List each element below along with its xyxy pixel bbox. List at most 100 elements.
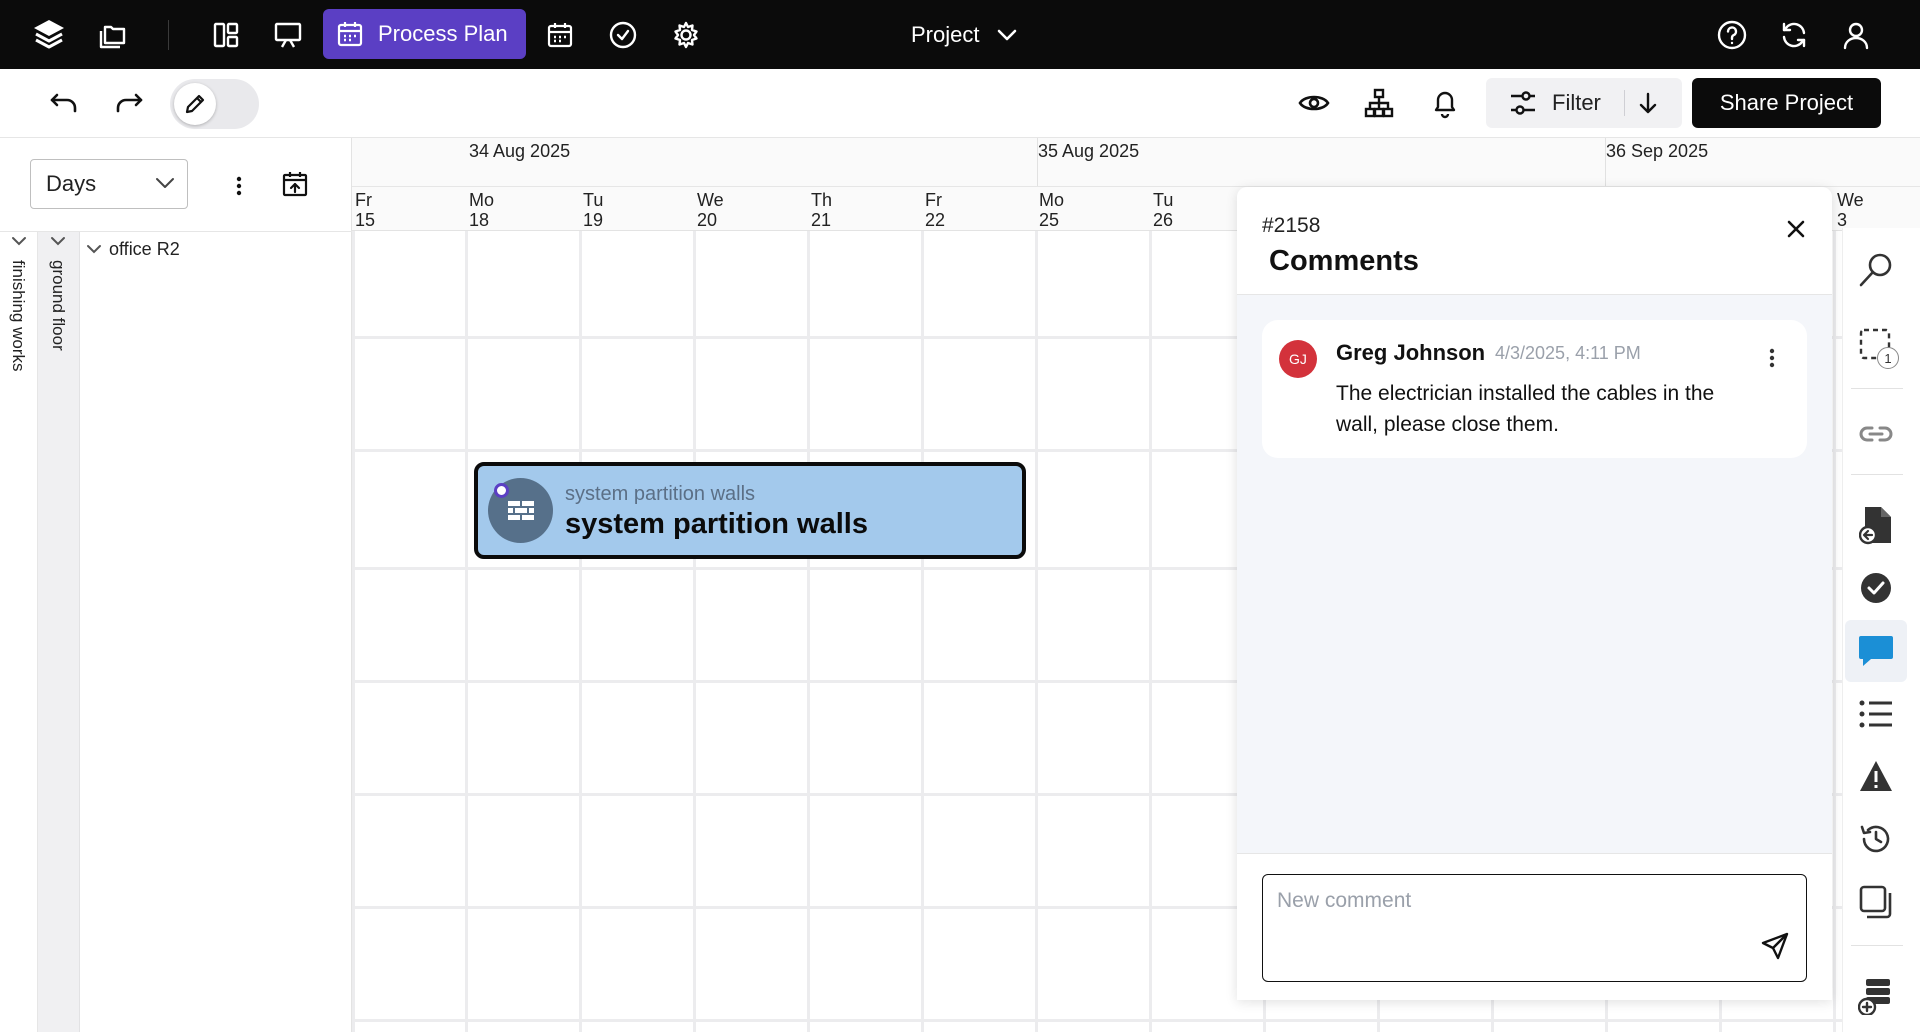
grid-line — [1149, 231, 1152, 1032]
more-vertical-icon[interactable] — [1762, 343, 1782, 373]
grid-line — [921, 231, 924, 1032]
grid-line — [807, 231, 810, 1032]
selection-count-badge: 1 — [1877, 347, 1899, 369]
chevron-down-icon[interactable] — [50, 236, 66, 246]
toolbar: Filter Share Project — [0, 69, 1920, 138]
day-header: Mo 25 — [1036, 186, 1150, 231]
help-icon[interactable] — [1712, 15, 1752, 55]
task-id: #2158 — [1262, 214, 1321, 237]
calendar-upload-icon[interactable] — [278, 167, 312, 201]
task-bar-system-partition-walls[interactable]: system partition walls system partition … — [474, 462, 1026, 559]
day-header: Mo 18 — [466, 186, 580, 231]
comments-header: #2158 Comments — [1237, 187, 1832, 295]
hierarchy-icon[interactable] — [1359, 83, 1399, 123]
project-label: Project — [911, 22, 980, 47]
grid-line — [1035, 231, 1038, 1032]
comment-timestamp: 4/3/2025, 4:11 PM — [1495, 343, 1641, 363]
row-label: office R2 — [109, 238, 180, 259]
warning-icon[interactable] — [1845, 745, 1907, 807]
month-label: 35 Aug 2025 — [1038, 141, 1140, 161]
list-icon[interactable] — [1845, 683, 1907, 745]
filter-label: Filter — [1552, 90, 1601, 115]
undo-icon[interactable] — [44, 83, 84, 123]
send-icon[interactable] — [1757, 928, 1793, 964]
group-label-ground-floor: ground floor — [49, 260, 68, 351]
process-plan-label: Process Plan — [378, 21, 508, 46]
sync-icon[interactable] — [1774, 15, 1814, 55]
dashboard-icon[interactable] — [206, 15, 246, 55]
pencil-icon — [174, 83, 216, 125]
document-import-icon[interactable] — [1845, 494, 1907, 556]
gear-icon[interactable] — [666, 15, 706, 55]
rail-divider — [1851, 474, 1903, 475]
group-column-ground-floor: ground floor — [38, 232, 80, 1032]
day-header: Th 21 — [808, 186, 922, 231]
comments-title: Comments — [1269, 245, 1419, 277]
chevron-down-icon — [87, 245, 101, 254]
filter-divider — [1624, 90, 1625, 116]
day-header: Fr 22 — [922, 186, 1036, 231]
comment-item: GJ Greg Johnson 4/3/2025, 4:11 PM The el… — [1262, 320, 1807, 458]
folders-icon[interactable] — [92, 15, 132, 55]
group-column-finishing-works: finishing works — [0, 232, 38, 1032]
edit-mode-toggle[interactable] — [170, 79, 259, 129]
check-circle-icon[interactable] — [1845, 557, 1907, 619]
comment-icon[interactable] — [1845, 620, 1907, 682]
grid-line — [1833, 231, 1836, 1032]
eye-icon[interactable] — [1294, 83, 1334, 123]
scale-select[interactable]: Days — [30, 159, 188, 209]
search-icon[interactable] — [1845, 239, 1907, 301]
status-dot — [494, 483, 509, 498]
task-category: system partition walls — [565, 483, 756, 505]
left-panel: Days finishing works ground floor office… — [0, 138, 352, 1032]
presentation-icon[interactable] — [268, 15, 308, 55]
chevron-down-icon — [979, 29, 1017, 41]
calendar-icon — [336, 20, 364, 48]
grid-line — [579, 231, 582, 1032]
avatar: GJ — [1279, 340, 1317, 378]
grid-line — [352, 1019, 1920, 1022]
grid-line — [465, 231, 468, 1032]
top-navigation-bar: Process Plan Project — [0, 0, 1920, 69]
project-selector[interactable]: Project — [911, 18, 1017, 52]
close-icon[interactable] — [1781, 214, 1811, 244]
sliders-icon — [1508, 88, 1538, 118]
add-database-icon[interactable] — [1845, 965, 1907, 1027]
grid-line — [693, 231, 696, 1032]
copy-icon[interactable] — [1845, 871, 1907, 933]
selection-icon[interactable]: 1 — [1845, 314, 1907, 376]
comment-composer — [1237, 853, 1832, 1000]
chevron-down-icon[interactable] — [11, 236, 27, 246]
new-comment-input[interactable] — [1277, 889, 1737, 969]
link-icon[interactable] — [1845, 403, 1907, 465]
check-circle-icon[interactable] — [603, 15, 643, 55]
day-header: Fr 15 — [352, 186, 466, 231]
grid-line — [352, 231, 355, 1032]
filter-button[interactable]: Filter — [1486, 78, 1682, 128]
redo-icon[interactable] — [109, 83, 149, 123]
layers-icon[interactable] — [29, 15, 69, 55]
more-vertical-icon[interactable] — [224, 171, 254, 201]
day-header: We 3 — [1834, 186, 1920, 231]
right-sidebar: 1 — [1842, 228, 1920, 1032]
comment-text: The electrician installed the cables in … — [1336, 382, 1715, 436]
arrow-down-icon[interactable] — [1636, 91, 1660, 115]
month-label: 36 Sep 2025 — [1606, 141, 1709, 161]
comments-panel: #2158 Comments GJ Greg Johnson 4/3/2025,… — [1237, 187, 1832, 1000]
rail-divider — [1851, 388, 1903, 389]
rail-divider — [1851, 945, 1903, 946]
user-icon[interactable] — [1836, 15, 1876, 55]
group-label-finishing-works: finishing works — [9, 260, 28, 372]
process-plan-tab[interactable]: Process Plan — [323, 9, 526, 59]
day-header: We 20 — [694, 186, 808, 231]
share-project-button[interactable]: Share Project — [1692, 78, 1881, 128]
row-office-r2[interactable]: office R2 — [86, 237, 180, 261]
day-header: Tu 19 — [580, 186, 694, 231]
task-title: system partition walls — [565, 508, 868, 540]
history-icon[interactable] — [1845, 808, 1907, 870]
scale-select-value: Days — [46, 171, 97, 196]
bell-icon[interactable] — [1425, 83, 1465, 123]
new-comment-box — [1262, 874, 1807, 982]
calendar-icon[interactable] — [540, 15, 580, 55]
month-label: 34 Aug 2025 — [469, 141, 571, 161]
